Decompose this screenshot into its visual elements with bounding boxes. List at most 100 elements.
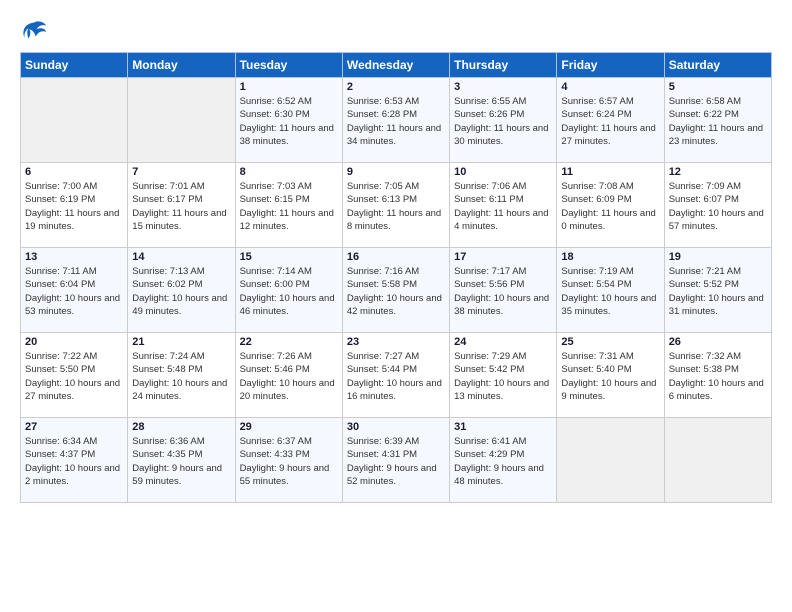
- calendar-cell: [664, 418, 771, 503]
- day-number: 15: [240, 251, 338, 263]
- calendar-week-row: 27 Sunrise: 6:34 AM Sunset: 4:37 PM Dayli…: [21, 418, 772, 503]
- weekday-header: Wednesday: [342, 53, 449, 78]
- calendar-cell: 5 Sunrise: 6:58 AM Sunset: 6:22 PM Daylig…: [664, 78, 771, 163]
- calendar-cell: 3 Sunrise: 6:55 AM Sunset: 6:26 PM Daylig…: [450, 78, 557, 163]
- day-number: 5: [669, 81, 767, 93]
- day-number: 8: [240, 166, 338, 178]
- day-number: 20: [25, 336, 123, 348]
- day-number: 25: [561, 336, 659, 348]
- calendar-cell: 23 Sunrise: 7:27 AM Sunset: 5:44 PM Dayli…: [342, 333, 449, 418]
- calendar-cell: 15Sunrise: 7:14 AM Sunset: 6:00 PM Dayli…: [235, 248, 342, 333]
- day-number: 16: [347, 251, 445, 263]
- calendar-cell: 13 Sunrise: 7:11 AM Sunset: 6:04 PM Dayli…: [21, 248, 128, 333]
- day-info: Sunrise: 7:16 AM Sunset: 5:58 PM Dayligh…: [347, 265, 445, 318]
- day-info: Sunrise: 6:57 AM Sunset: 6:24 PM Dayligh…: [561, 95, 659, 148]
- day-number: 2: [347, 81, 445, 93]
- day-number: 7: [132, 166, 230, 178]
- calendar-cell: 30Sunrise: 6:39 AM Sunset: 4:31 PM Dayli…: [342, 418, 449, 503]
- logo: [20, 18, 52, 46]
- calendar-week-row: 20 Sunrise: 7:22 AM Sunset: 5:50 PM Dayli…: [21, 333, 772, 418]
- calendar-cell: 24Sunrise: 7:29 AM Sunset: 5:42 PM Dayli…: [450, 333, 557, 418]
- day-number: 29: [240, 421, 338, 433]
- calendar-cell: 31 Sunrise: 6:41 AM Sunset: 4:29 PM Dayli…: [450, 418, 557, 503]
- day-info: Sunrise: 6:52 AM Sunset: 6:30 PM Dayligh…: [240, 95, 338, 148]
- day-number: 12: [669, 166, 767, 178]
- day-number: 19: [669, 251, 767, 263]
- day-number: 3: [454, 81, 552, 93]
- day-number: 23: [347, 336, 445, 348]
- weekday-header: Saturday: [664, 53, 771, 78]
- day-number: 1: [240, 81, 338, 93]
- day-number: 6: [25, 166, 123, 178]
- day-number: 22: [240, 336, 338, 348]
- calendar-cell: 21 Sunrise: 7:24 AM Sunset: 5:48 PM Dayli…: [128, 333, 235, 418]
- day-info: Sunrise: 6:36 AM Sunset: 4:35 PM Dayligh…: [132, 435, 230, 488]
- calendar-cell: 29 Sunrise: 6:37 AM Sunset: 4:33 PM Dayli…: [235, 418, 342, 503]
- weekday-header: Monday: [128, 53, 235, 78]
- day-info: Sunrise: 6:58 AM Sunset: 6:22 PM Dayligh…: [669, 95, 767, 148]
- calendar-cell: [557, 418, 664, 503]
- weekday-header-row: SundayMondayTuesdayWednesdayThursdayFrid…: [21, 53, 772, 78]
- day-info: Sunrise: 7:21 AM Sunset: 5:52 PM Dayligh…: [669, 265, 767, 318]
- day-info: Sunrise: 7:17 AM Sunset: 5:56 PM Dayligh…: [454, 265, 552, 318]
- day-number: 4: [561, 81, 659, 93]
- day-number: 13: [25, 251, 123, 263]
- day-info: Sunrise: 6:34 AM Sunset: 4:37 PM Dayligh…: [25, 435, 123, 488]
- calendar-week-row: 6 Sunrise: 7:00 AM Sunset: 6:19 PM Daylig…: [21, 163, 772, 248]
- calendar-cell: 1 Sunrise: 6:52 AM Sunset: 6:30 PM Daylig…: [235, 78, 342, 163]
- calendar-cell: 17 Sunrise: 7:17 AM Sunset: 5:56 PM Dayli…: [450, 248, 557, 333]
- calendar-table: SundayMondayTuesdayWednesdayThursdayFrid…: [20, 52, 772, 503]
- calendar-cell: 6 Sunrise: 7:00 AM Sunset: 6:19 PM Daylig…: [21, 163, 128, 248]
- calendar-cell: 22 Sunrise: 7:26 AM Sunset: 5:46 PM Dayli…: [235, 333, 342, 418]
- calendar-cell: [21, 78, 128, 163]
- weekday-header: Thursday: [450, 53, 557, 78]
- calendar-cell: 25 Sunrise: 7:31 AM Sunset: 5:40 PM Dayli…: [557, 333, 664, 418]
- day-info: Sunrise: 7:22 AM Sunset: 5:50 PM Dayligh…: [25, 350, 123, 403]
- day-info: Sunrise: 6:39 AM Sunset: 4:31 PM Dayligh…: [347, 435, 445, 488]
- day-info: Sunrise: 7:24 AM Sunset: 5:48 PM Dayligh…: [132, 350, 230, 403]
- calendar-cell: 26 Sunrise: 7:32 AM Sunset: 5:38 PM Dayli…: [664, 333, 771, 418]
- calendar-cell: 19 Sunrise: 7:21 AM Sunset: 5:52 PM Dayli…: [664, 248, 771, 333]
- calendar-cell: 28 Sunrise: 6:36 AM Sunset: 4:35 PM Dayli…: [128, 418, 235, 503]
- day-info: Sunrise: 7:08 AM Sunset: 6:09 PM Dayligh…: [561, 180, 659, 233]
- calendar-cell: 16 Sunrise: 7:16 AM Sunset: 5:58 PM Dayli…: [342, 248, 449, 333]
- calendar-cell: 12Sunrise: 7:09 AM Sunset: 6:07 PM Dayli…: [664, 163, 771, 248]
- day-number: 14: [132, 251, 230, 263]
- calendar-cell: 11 Sunrise: 7:08 AM Sunset: 6:09 PM Dayli…: [557, 163, 664, 248]
- calendar-cell: 14 Sunrise: 7:13 AM Sunset: 6:02 PM Dayli…: [128, 248, 235, 333]
- header: [20, 18, 772, 46]
- day-info: Sunrise: 7:03 AM Sunset: 6:15 PM Dayligh…: [240, 180, 338, 233]
- day-number: 28: [132, 421, 230, 433]
- day-number: 17: [454, 251, 552, 263]
- day-info: Sunrise: 7:31 AM Sunset: 5:40 PM Dayligh…: [561, 350, 659, 403]
- day-number: 27: [25, 421, 123, 433]
- calendar-cell: [128, 78, 235, 163]
- calendar-cell: 20 Sunrise: 7:22 AM Sunset: 5:50 PM Dayli…: [21, 333, 128, 418]
- day-info: Sunrise: 6:37 AM Sunset: 4:33 PM Dayligh…: [240, 435, 338, 488]
- day-number: 18: [561, 251, 659, 263]
- day-info: Sunrise: 7:26 AM Sunset: 5:46 PM Dayligh…: [240, 350, 338, 403]
- day-info: Sunrise: 7:00 AM Sunset: 6:19 PM Dayligh…: [25, 180, 123, 233]
- day-number: 10: [454, 166, 552, 178]
- day-info: Sunrise: 7:06 AM Sunset: 6:11 PM Dayligh…: [454, 180, 552, 233]
- calendar-cell: 27 Sunrise: 6:34 AM Sunset: 4:37 PM Dayli…: [21, 418, 128, 503]
- day-number: 21: [132, 336, 230, 348]
- calendar-cell: 18 Sunrise: 7:19 AM Sunset: 5:54 PM Dayli…: [557, 248, 664, 333]
- day-info: Sunrise: 7:13 AM Sunset: 6:02 PM Dayligh…: [132, 265, 230, 318]
- day-info: Sunrise: 6:55 AM Sunset: 6:26 PM Dayligh…: [454, 95, 552, 148]
- weekday-header: Friday: [557, 53, 664, 78]
- calendar-cell: 7 Sunrise: 7:01 AM Sunset: 6:17 PM Daylig…: [128, 163, 235, 248]
- calendar-cell: 4 Sunrise: 6:57 AM Sunset: 6:24 PM Daylig…: [557, 78, 664, 163]
- day-info: Sunrise: 7:11 AM Sunset: 6:04 PM Dayligh…: [25, 265, 123, 318]
- logo-icon: [20, 18, 48, 46]
- day-number: 26: [669, 336, 767, 348]
- day-number: 9: [347, 166, 445, 178]
- day-info: Sunrise: 7:01 AM Sunset: 6:17 PM Dayligh…: [132, 180, 230, 233]
- day-number: 24: [454, 336, 552, 348]
- day-info: Sunrise: 7:19 AM Sunset: 5:54 PM Dayligh…: [561, 265, 659, 318]
- day-info: Sunrise: 7:32 AM Sunset: 5:38 PM Dayligh…: [669, 350, 767, 403]
- day-number: 31: [454, 421, 552, 433]
- day-number: 11: [561, 166, 659, 178]
- day-info: Sunrise: 7:27 AM Sunset: 5:44 PM Dayligh…: [347, 350, 445, 403]
- day-info: Sunrise: 6:41 AM Sunset: 4:29 PM Dayligh…: [454, 435, 552, 488]
